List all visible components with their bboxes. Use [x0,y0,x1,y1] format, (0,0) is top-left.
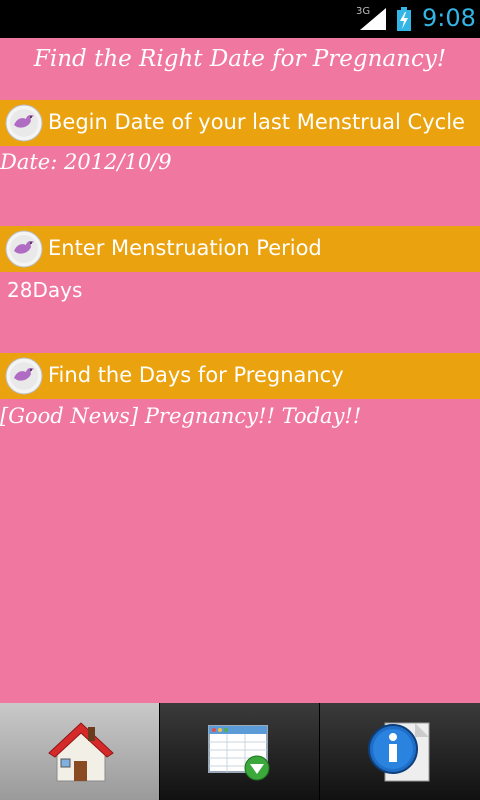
status-bar: 3G 9:08 [0,0,480,38]
section-header-last-cycle[interactable]: Begin Date of your last Menstrual Cycle [0,100,480,146]
tab-info[interactable] [320,703,480,800]
section-header-label: Begin Date of your last Menstrual Cycle [48,110,465,134]
bird-icon [5,357,43,395]
tab-home[interactable] [0,703,159,800]
app-title: Find the Right Date for Pregnancy! [33,46,447,72]
tab-calendar[interactable] [160,703,319,800]
signal-icon [360,8,386,30]
bird-icon [5,230,43,268]
calendar-table-icon [207,724,269,780]
section-header-label: Enter Menstruation Period [48,236,322,260]
section-header-find-days[interactable]: Find the Days for Pregnancy [0,353,480,399]
last-cycle-date[interactable]: Date: 2012/10/9 [0,150,172,174]
info-icon [368,722,430,781]
bird-icon [5,104,43,142]
section-header-period[interactable]: Enter Menstruation Period [0,226,480,272]
period-days[interactable]: 28Days [7,278,82,302]
section-header-label: Find the Days for Pregnancy [48,363,344,387]
bottom-tab-bar [0,703,480,800]
clock: 9:08 [422,4,476,32]
battery-charging-icon [397,7,411,31]
home-icon [47,721,114,781]
pregnancy-result: [Good News] Pregnancy!! Today!! [0,404,362,428]
